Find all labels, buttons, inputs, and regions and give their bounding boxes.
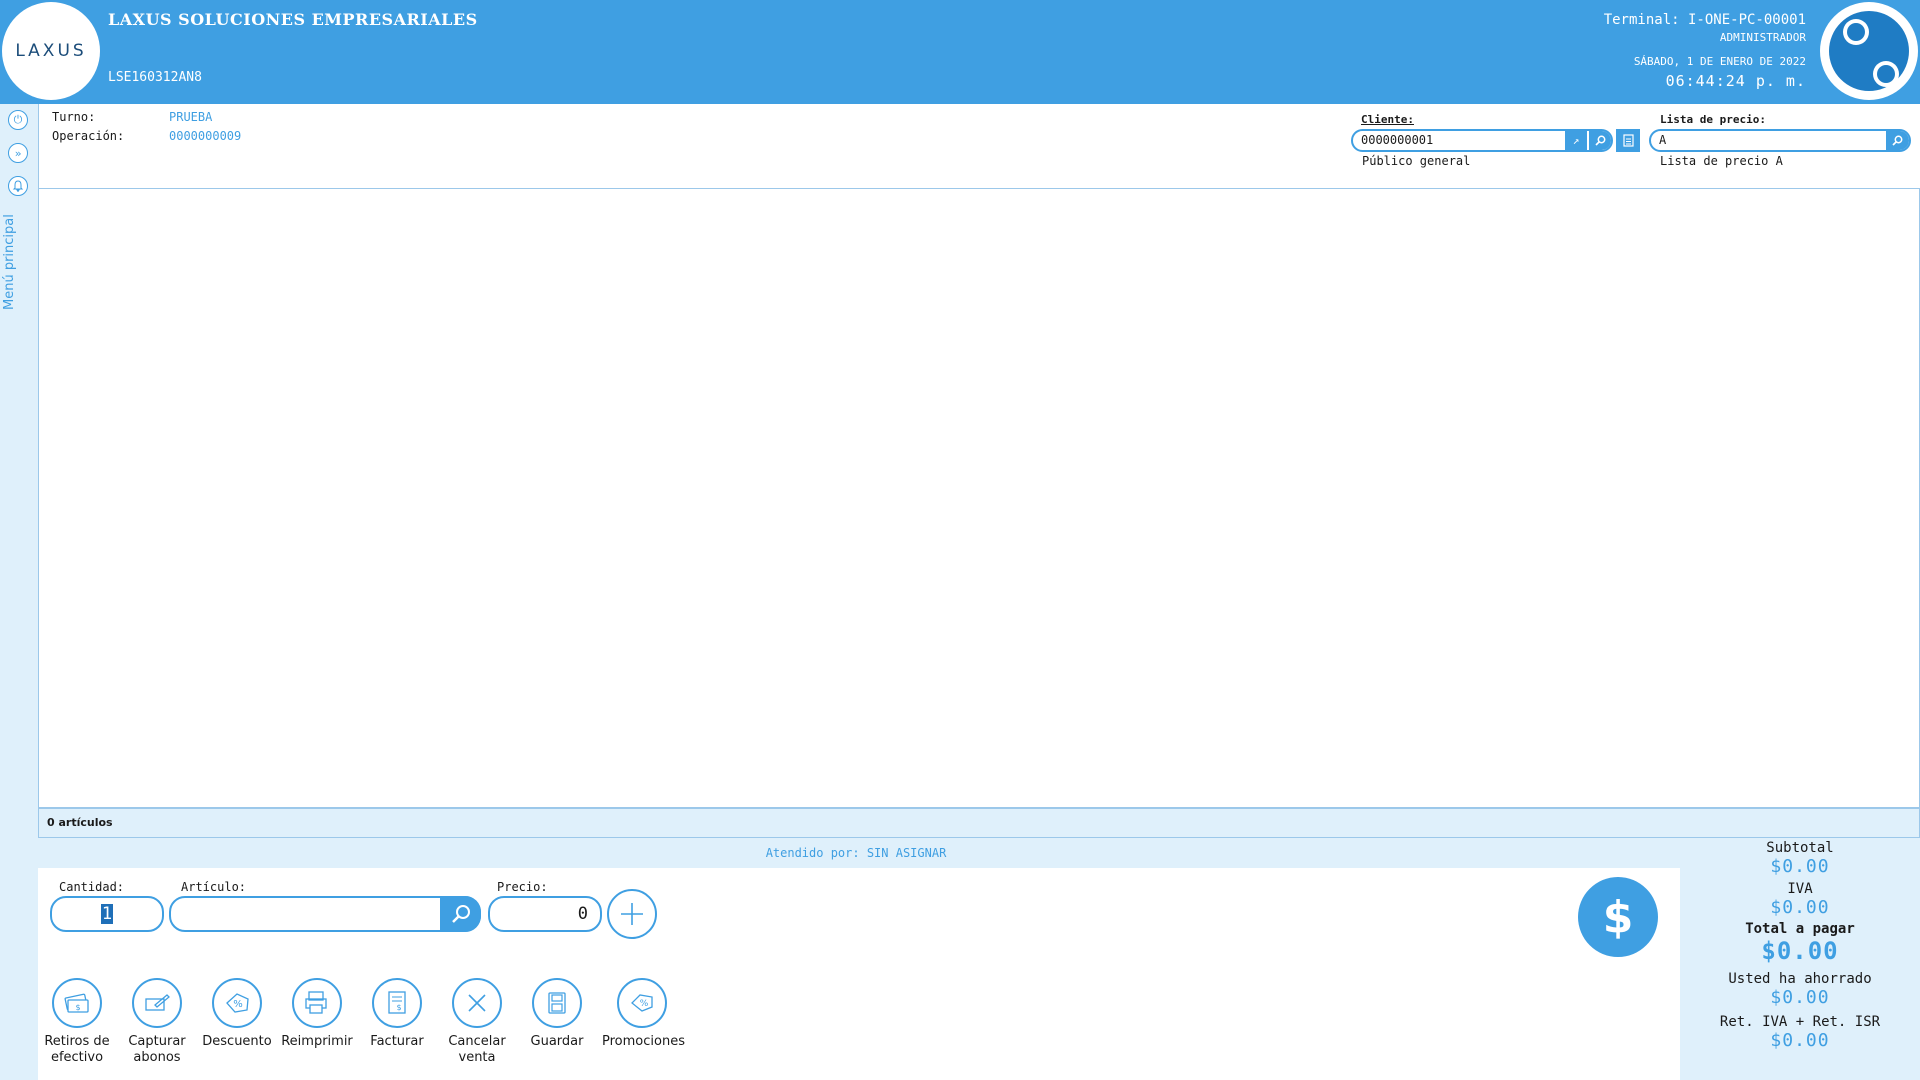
save-button[interactable]: Guardar [517,978,597,1050]
svg-text:%: % [233,999,243,1010]
save-icon [532,978,582,1028]
articulo-input[interactable] [169,896,481,932]
reprint-icon [292,978,342,1028]
cliente-label[interactable]: Cliente: [1361,113,1414,126]
brand-logo-icon [1820,2,1918,100]
saved-label: Usted ha ahorrado [1728,971,1872,987]
dollar-icon: $ [1602,891,1634,943]
subtotal-label: Subtotal [1766,840,1834,856]
company-name: LAXUS SOLUCIONES EMPRESARIALES [108,10,478,29]
company-logo: LAXUS [2,2,100,100]
add-item-button[interactable] [607,889,657,939]
precio-input[interactable]: 0 [488,896,602,932]
lista-precio-search-icon[interactable] [1886,131,1909,150]
pay-button[interactable]: $ [1578,877,1658,957]
items-table[interactable] [38,188,1920,808]
chevrons-right-icon[interactable]: » [8,143,28,163]
cantidad-input[interactable]: 1 [50,896,164,932]
svg-text:$: $ [75,1003,80,1012]
cancel-icon [452,978,502,1028]
company-rfc: LSE160312AN8 [108,70,202,85]
items-count: 0 artículos [47,816,113,829]
terminal-label: Terminal: I-ONE-PC-00001 [1603,12,1806,28]
cancel-sale-button[interactable]: Cancelar venta [437,978,517,1066]
total-label: Total a pagar [1745,921,1855,937]
bell-icon[interactable] [8,176,28,196]
discount-icon: % [212,978,262,1028]
subtotal-value: $0.00 [1770,856,1830,877]
precio-label: Precio: [497,880,548,894]
promotions-button[interactable]: % Promociones [602,978,685,1050]
current-time: 06:44:24 p. m. [1665,72,1806,90]
cash-withdrawal-icon: $ [52,978,102,1028]
cash-withdrawal-button[interactable]: $ Retiros de efectivo [37,978,117,1066]
cliente-search-icon[interactable] [1589,131,1611,150]
user-role: ADMINISTRADOR [1719,31,1806,44]
lista-precio-name: Lista de precio A [1660,154,1783,168]
iva-value: $0.00 [1770,897,1830,918]
saved-value: $0.00 [1770,987,1830,1008]
lista-precio-input[interactable]: A [1649,129,1911,152]
main-menu-toggle[interactable]: Menú principal [2,214,17,310]
turno-value: PRUEBA [169,110,213,124]
svg-text:$: $ [396,1003,401,1012]
cliente-open-icon[interactable]: ↗ [1565,131,1587,150]
reprint-button[interactable]: Reimprimir [277,978,357,1050]
retentions-value: $0.00 [1770,1030,1830,1051]
retentions-label: Ret. IVA + Ret. ISR [1719,1014,1881,1030]
lista-precio-label: Lista de precio: [1660,113,1766,126]
svg-text:%: % [640,999,649,1009]
cliente-document-icon[interactable] [1616,129,1640,152]
operacion-value: 0000000009 [169,129,242,143]
invoice-icon: $ [372,978,422,1028]
cantidad-label: Cantidad: [59,880,125,894]
discount-button[interactable]: % Descuento [197,978,277,1050]
power-icon[interactable]: ⏻ [8,110,28,130]
promotions-icon: % [617,978,667,1028]
totals-panel: Subtotal $0.00 IVA $0.00 Total a pagar $… [1680,838,1920,1080]
articulo-label: Artículo: [181,880,247,894]
iva-label: IVA [1787,881,1813,897]
cantidad-value: 1 [100,904,114,924]
capture-payments-button[interactable]: Capturar abonos [117,978,197,1066]
cliente-name: Público general [1362,154,1471,168]
turno-label: Turno: [52,110,96,124]
payment-capture-icon [132,978,182,1028]
total-value: $0.00 [1761,937,1839,965]
attended-by: Atendido por: SIN ASIGNAR [765,846,947,860]
invoice-button[interactable]: $ Facturar [357,978,437,1050]
items-table-footer: 0 artículos [38,808,1920,838]
articulo-search-icon[interactable] [440,896,481,932]
operacion-label: Operación: [52,129,125,143]
plus-icon [621,903,643,925]
current-date: SÁBADO, 1 DE ENERO DE 2022 [1633,55,1806,68]
